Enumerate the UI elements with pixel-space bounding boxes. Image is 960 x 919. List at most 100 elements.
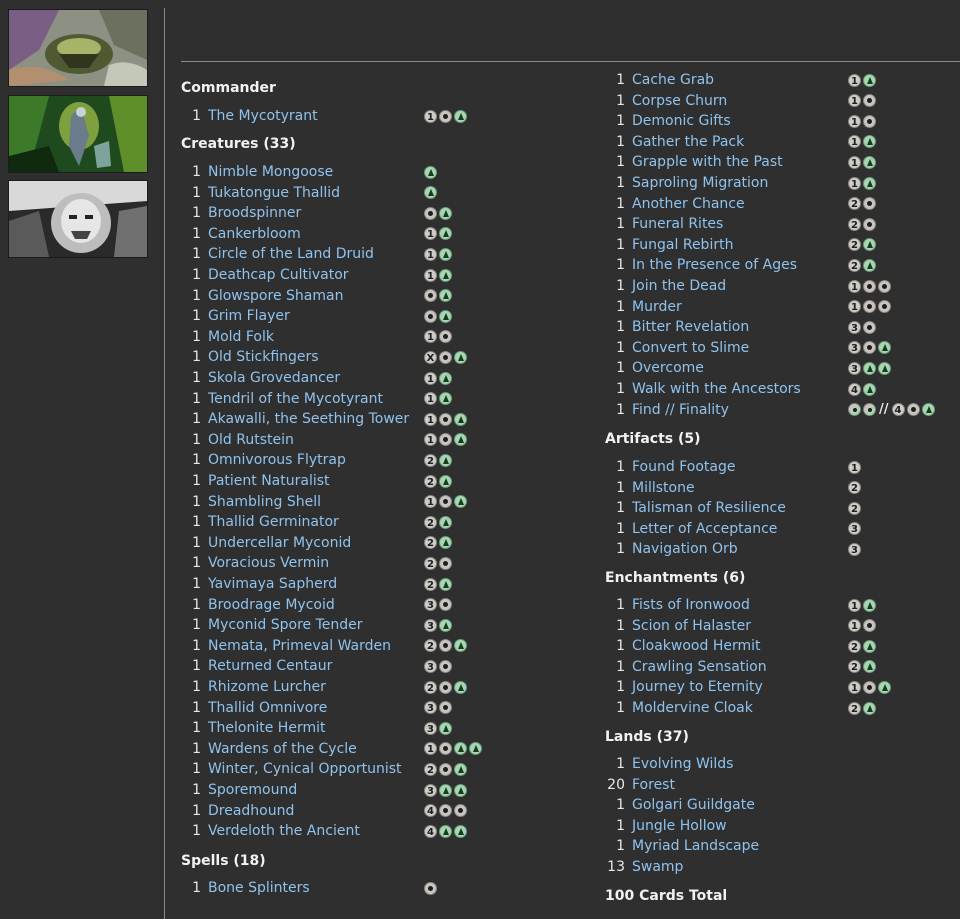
card-link-myconid-spore-tender[interactable]: Myconid Spore Tender xyxy=(208,615,363,635)
generic-mana-icon: 1 xyxy=(848,73,861,87)
card-link-gather-the-pack[interactable]: Gather the Pack xyxy=(632,132,744,152)
card-link-grim-flayer[interactable]: Grim Flayer xyxy=(208,306,290,326)
generic-mana-icon: 3 xyxy=(848,320,861,334)
generic-mana-icon: 4 xyxy=(424,824,437,838)
card-link-verdeloth-the-ancient[interactable]: Verdeloth the Ancient xyxy=(208,821,360,841)
card-link-fungal-rebirth[interactable]: Fungal Rebirth xyxy=(632,235,733,255)
card-link-nemata-primeval-warden[interactable]: Nemata, Primeval Warden xyxy=(208,636,391,656)
card-link-forest[interactable]: Forest xyxy=(632,775,675,795)
card-quantity: 1 xyxy=(616,479,625,496)
card-link-skola-grovedancer[interactable]: Skola Grovedancer xyxy=(208,368,340,388)
generic-mana-icon: 2 xyxy=(424,536,437,550)
card-link-omnivorous-flytrap[interactable]: Omnivorous Flytrap xyxy=(208,450,346,470)
card-link-overcome[interactable]: Overcome xyxy=(632,358,704,378)
card-link-evolving-wilds[interactable]: Evolving Wilds xyxy=(632,754,733,774)
card-row: 1 Journey to Eternity 1 xyxy=(605,677,960,697)
card-link-funeral-rites[interactable]: Funeral Rites xyxy=(632,214,723,234)
card-link-millstone[interactable]: Millstone xyxy=(632,478,695,498)
card-link-tendril-of-the-mycotyrant[interactable]: Tendril of the Mycotyrant xyxy=(208,389,383,409)
card-link-murder[interactable]: Murder xyxy=(632,297,682,317)
card-link-walk-with-the-ancestors[interactable]: Walk with the Ancestors xyxy=(632,379,801,399)
card-link-saproling-migration[interactable]: Saproling Migration xyxy=(632,173,768,193)
card-link-corpse-churn[interactable]: Corpse Churn xyxy=(632,91,727,111)
card-link-swamp[interactable]: Swamp xyxy=(632,857,683,877)
card-link-golgari-guildgate[interactable]: Golgari Guildgate xyxy=(632,795,755,815)
card-link-cankerbloom[interactable]: Cankerbloom xyxy=(208,224,301,244)
green-mana-icon xyxy=(439,721,452,735)
card-link-fists-of-ironwood[interactable]: Fists of Ironwood xyxy=(632,595,750,615)
card-link-old-rutstein[interactable]: Old Rutstein xyxy=(208,430,294,450)
green-mana-icon xyxy=(863,598,876,612)
card-row: 1 Join the Dead 1 xyxy=(605,276,960,296)
card-link-letter-of-acceptance[interactable]: Letter of Acceptance xyxy=(632,519,777,539)
green-mana-icon xyxy=(454,783,467,797)
card-link-scion-of-halaster[interactable]: Scion of Halaster xyxy=(632,616,751,636)
card-link-in-the-presence-of-ages[interactable]: In the Presence of Ages xyxy=(632,255,797,275)
card-link-wardens-of-the-cycle[interactable]: Wardens of the Cycle xyxy=(208,739,357,759)
green-mana-icon xyxy=(878,341,891,355)
card-link-another-chance[interactable]: Another Chance xyxy=(632,194,745,214)
card-quantity: 1 xyxy=(192,761,201,778)
card-link-thallid-omnivore[interactable]: Thallid Omnivore xyxy=(208,698,327,718)
mana-cost: 2 xyxy=(848,258,878,272)
card-link-grapple-with-the-past[interactable]: Grapple with the Past xyxy=(632,152,783,172)
generic-mana-icon: 2 xyxy=(424,577,437,591)
card-link-thallid-germinator[interactable]: Thallid Germinator xyxy=(208,512,339,532)
card-link-shambling-shell[interactable]: Shambling Shell xyxy=(208,492,321,512)
card-link-myriad-landscape[interactable]: Myriad Landscape xyxy=(632,836,759,856)
section-heading-lands-37: Lands (37) xyxy=(605,729,689,745)
card-link-deathcap-cultivator[interactable]: Deathcap Cultivator xyxy=(208,265,349,285)
card-row: 1 Fists of Ironwood 1 xyxy=(605,595,960,615)
card-link-patient-naturalist[interactable]: Patient Naturalist xyxy=(208,471,330,491)
card-link-sporemound[interactable]: Sporemound xyxy=(208,780,297,800)
generic-mana-icon: 2 xyxy=(848,238,861,252)
mana-cost: 2 xyxy=(848,501,863,515)
card-link-glowspore-shaman[interactable]: Glowspore Shaman xyxy=(208,286,343,306)
card-link-circle-of-the-land-druid[interactable]: Circle of the Land Druid xyxy=(208,244,374,264)
generic-mana-icon: 3 xyxy=(848,341,861,355)
card-link-voracious-vermin[interactable]: Voracious Vermin xyxy=(208,553,329,573)
card-link-old-stickfingers[interactable]: Old Stickfingers xyxy=(208,347,319,367)
card-link-the-mycotyrant[interactable]: The Mycotyrant xyxy=(208,106,318,126)
card-link-journey-to-eternity[interactable]: Journey to Eternity xyxy=(632,677,763,697)
green-mana-icon xyxy=(454,639,467,653)
card-link-find-finality[interactable]: Find // Finality xyxy=(632,400,729,420)
card-link-undercellar-myconid[interactable]: Undercellar Myconid xyxy=(208,533,351,553)
generic-mana-icon: 3 xyxy=(424,598,437,612)
card-link-mold-folk[interactable]: Mold Folk xyxy=(208,327,274,347)
card-link-akawalli-the-seething-tower[interactable]: Akawalli, the Seething Tower xyxy=(208,409,409,429)
card-link-demonic-gifts[interactable]: Demonic Gifts xyxy=(632,111,731,131)
card-link-tukatongue-thallid[interactable]: Tukatongue Thallid xyxy=(208,183,340,203)
card-link-winter-cynical-opportunist[interactable]: Winter, Cynical Opportunist xyxy=(208,759,402,779)
card-link-bone-splinters[interactable]: Bone Splinters xyxy=(208,878,310,898)
card-link-dreadhound[interactable]: Dreadhound xyxy=(208,801,294,821)
card-link-join-the-dead[interactable]: Join the Dead xyxy=(632,276,726,296)
black-mana-icon xyxy=(863,279,876,293)
card-link-rhizome-lurcher[interactable]: Rhizome Lurcher xyxy=(208,677,326,697)
card-link-bitter-revelation[interactable]: Bitter Revelation xyxy=(632,317,749,337)
card-link-moldervine-cloak[interactable]: Moldervine Cloak xyxy=(632,698,753,718)
card-link-thelonite-hermit[interactable]: Thelonite Hermit xyxy=(208,718,325,738)
card-link-cache-grab[interactable]: Cache Grab xyxy=(632,70,714,90)
card-quantity: 1 xyxy=(616,175,625,191)
card-link-broodspinner[interactable]: Broodspinner xyxy=(208,203,301,223)
card-row: 1 Navigation Orb 3 xyxy=(605,539,960,559)
card-row: 1 Broodrage Mycoid 3 xyxy=(181,595,521,615)
mana-cost: 1 xyxy=(848,135,878,149)
card-row: 1 Old Rutstein 1 xyxy=(181,430,521,450)
mana-cost: 3 xyxy=(848,320,878,334)
card-link-talisman-of-resilience[interactable]: Talisman of Resilience xyxy=(632,498,786,518)
card-link-convert-to-slime[interactable]: Convert to Slime xyxy=(632,338,749,358)
card-link-cloakwood-hermit[interactable]: Cloakwood Hermit xyxy=(632,636,761,656)
card-link-broodrage-mycoid[interactable]: Broodrage Mycoid xyxy=(208,595,335,615)
card-quantity: 1 xyxy=(192,699,201,716)
card-link-returned-centaur[interactable]: Returned Centaur xyxy=(208,656,332,676)
card-row: 1 Wardens of the Cycle 1 xyxy=(181,739,521,759)
card-link-yavimaya-sapherd[interactable]: Yavimaya Sapherd xyxy=(208,574,337,594)
card-link-crawling-sensation[interactable]: Crawling Sensation xyxy=(632,657,767,677)
card-link-found-footage[interactable]: Found Footage xyxy=(632,457,735,477)
card-link-navigation-orb[interactable]: Navigation Orb xyxy=(632,539,738,559)
card-row: 1 Saproling Migration 1 xyxy=(605,173,960,193)
card-link-jungle-hollow[interactable]: Jungle Hollow xyxy=(632,816,727,836)
card-link-nimble-mongoose[interactable]: Nimble Mongoose xyxy=(208,162,333,182)
